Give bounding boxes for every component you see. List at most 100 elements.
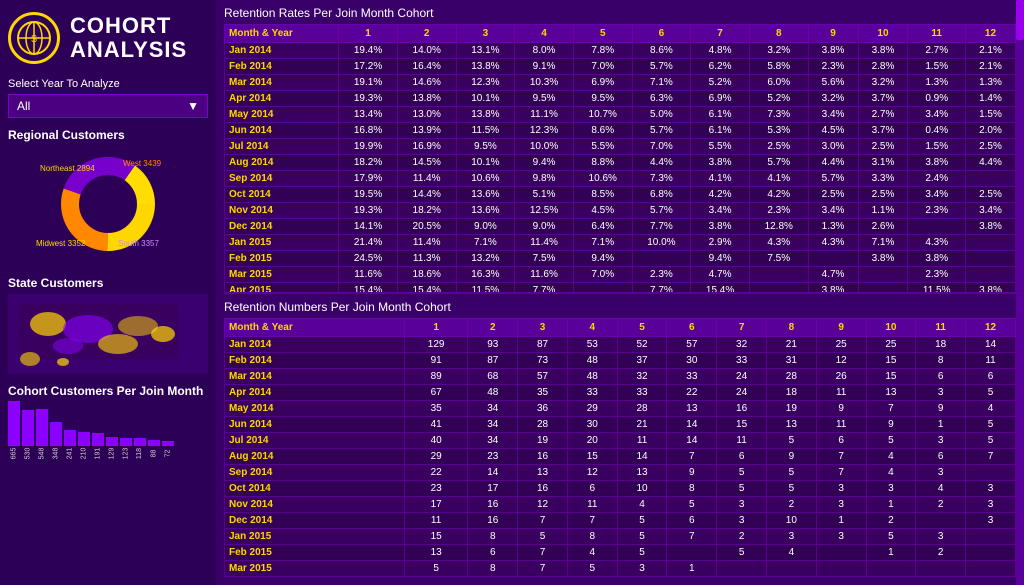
year-dropdown[interactable]: All ▼	[8, 94, 208, 118]
table-cell	[573, 283, 632, 292]
table-cell: 2	[916, 544, 966, 560]
table-cell: 2.0%	[965, 123, 1015, 139]
table-cell: 13	[866, 384, 916, 400]
table-cell: 6	[567, 480, 617, 496]
table-cell: 5	[717, 464, 767, 480]
table-cell: 33	[617, 384, 667, 400]
table-cell: 3	[966, 496, 1016, 512]
table-cell: Mar 2014	[225, 368, 405, 384]
table-cell: 3.8%	[808, 43, 858, 59]
table-cell: 1	[866, 544, 916, 560]
table-row: Mar 201511.6%18.6%16.3%11.6%7.0%2.3%4.7%…	[225, 267, 1016, 283]
svg-text:$: $	[31, 34, 37, 45]
table-cell: 20	[567, 432, 617, 448]
table-cell: 6	[667, 512, 717, 528]
table-cell: 24	[717, 384, 767, 400]
table-row: Oct 201419.5%14.4%13.6%5.1%8.5%6.8%4.2%4…	[225, 187, 1016, 203]
table-cell: 4.5%	[808, 123, 858, 139]
table-cell: 18	[766, 384, 816, 400]
table-cell: 3	[816, 480, 866, 496]
table-cell: 1.3%	[965, 75, 1015, 91]
table-cell	[965, 171, 1015, 187]
table-cell: 11	[404, 512, 468, 528]
table-cell	[966, 544, 1016, 560]
table-cell: 19	[766, 400, 816, 416]
table-cell: 9	[916, 400, 966, 416]
table-cell: 8	[916, 352, 966, 368]
table-row: Aug 201429231615147697467	[225, 448, 1016, 464]
table-cell: 3.3%	[858, 171, 908, 187]
col-header-8: 8	[749, 25, 808, 43]
table-cell: 7.7%	[515, 283, 574, 292]
table-cell: 5	[766, 464, 816, 480]
table-cell: 2.7%	[908, 43, 966, 59]
table-cell: 7.5%	[515, 251, 574, 267]
table-cell: 10.1%	[456, 155, 515, 171]
table-row: Sep 201417.9%11.4%10.6%9.8%10.6%7.3%4.1%…	[225, 171, 1016, 187]
table-cell: 8.0%	[515, 43, 574, 59]
table-cell: 11	[966, 352, 1016, 368]
svg-text:South 3357: South 3357	[118, 239, 159, 248]
table-cell: 5.6%	[808, 75, 858, 91]
table-cell: 30	[667, 352, 717, 368]
table-cell: 15	[404, 528, 468, 544]
left-panel: $ COHORT ANALYSIS Select Year To Analyze…	[0, 0, 216, 585]
table-row: Dec 201414.1%20.5%9.0%9.0%6.4%7.7%3.8%12…	[225, 219, 1016, 235]
globe-icon: $	[8, 12, 60, 64]
table-cell: 2.5%	[808, 187, 858, 203]
table-cell: 28	[518, 416, 568, 432]
table-cell: 2	[766, 496, 816, 512]
scrollbar[interactable]	[1016, 0, 1024, 585]
table-cell: 5	[966, 384, 1016, 400]
table-cell: 1.4%	[965, 91, 1015, 107]
table-cell: 4	[766, 544, 816, 560]
table-cell: Nov 2014	[225, 496, 405, 512]
table-cell: 2.3%	[908, 203, 966, 219]
table-cell: 2.1%	[965, 43, 1015, 59]
table-cell: 52	[617, 336, 667, 352]
dropdown-arrow-icon: ▼	[187, 99, 199, 113]
bar-item: 210	[78, 432, 90, 457]
table-cell	[916, 560, 966, 576]
table-cell: 3.0%	[808, 139, 858, 155]
table-cell: 11	[816, 416, 866, 432]
table-row: Aug 201418.2%14.5%10.1%9.4%8.8%4.4%3.8%5…	[225, 155, 1016, 171]
col-header-6: 6	[632, 25, 691, 43]
col-header-11: 11	[916, 318, 966, 336]
bar-item: 88	[148, 440, 160, 457]
table-cell: 7	[816, 448, 866, 464]
table-cell: 3.8%	[808, 283, 858, 292]
scrollbar-thumb[interactable]	[1016, 0, 1024, 40]
table-cell: 7.0%	[573, 59, 632, 75]
table-cell: 5.7%	[632, 123, 691, 139]
table-cell: 10.0%	[515, 139, 574, 155]
table-cell: 7.7%	[632, 283, 691, 292]
table-cell: 20.5%	[397, 219, 456, 235]
table-cell: 2.3%	[632, 267, 691, 283]
table-cell: 8.6%	[573, 123, 632, 139]
table-cell: 2.5%	[965, 139, 1015, 155]
bar-chart-section: Cohort Customers Per Join Month 66553054…	[8, 384, 208, 472]
table-cell: 7	[667, 448, 717, 464]
table-cell: 7	[866, 400, 916, 416]
table-row: Apr 201419.3%13.8%10.1%9.5%9.5%6.3%6.9%5…	[225, 91, 1016, 107]
table-cell: 16	[717, 400, 767, 416]
table-cell: 17.2%	[339, 59, 398, 75]
table-cell: 11.5%	[456, 123, 515, 139]
table-cell: 5.3%	[749, 123, 808, 139]
retention-numbers-section: Retention Numbers Per Join Month Cohort …	[216, 294, 1024, 585]
col-header-12: 12	[966, 318, 1016, 336]
table-cell: 9.4%	[515, 155, 574, 171]
table-cell: Jun 2014	[225, 123, 339, 139]
table-cell: 32	[717, 336, 767, 352]
table-cell: 4	[866, 464, 916, 480]
table-cell: 4.1%	[691, 171, 750, 187]
table-cell: 11.5%	[908, 283, 966, 292]
table-cell: 6	[966, 368, 1016, 384]
table-cell: 1	[866, 496, 916, 512]
table-row: Mar 201419.1%14.6%12.3%10.3%6.9%7.1%5.2%…	[225, 75, 1016, 91]
table-cell: 57	[667, 336, 717, 352]
table-row: Jul 20144034192011141156535	[225, 432, 1016, 448]
retention-rates-title: Retention Rates Per Join Month Cohort	[224, 6, 1016, 20]
table-cell: 1	[816, 512, 866, 528]
